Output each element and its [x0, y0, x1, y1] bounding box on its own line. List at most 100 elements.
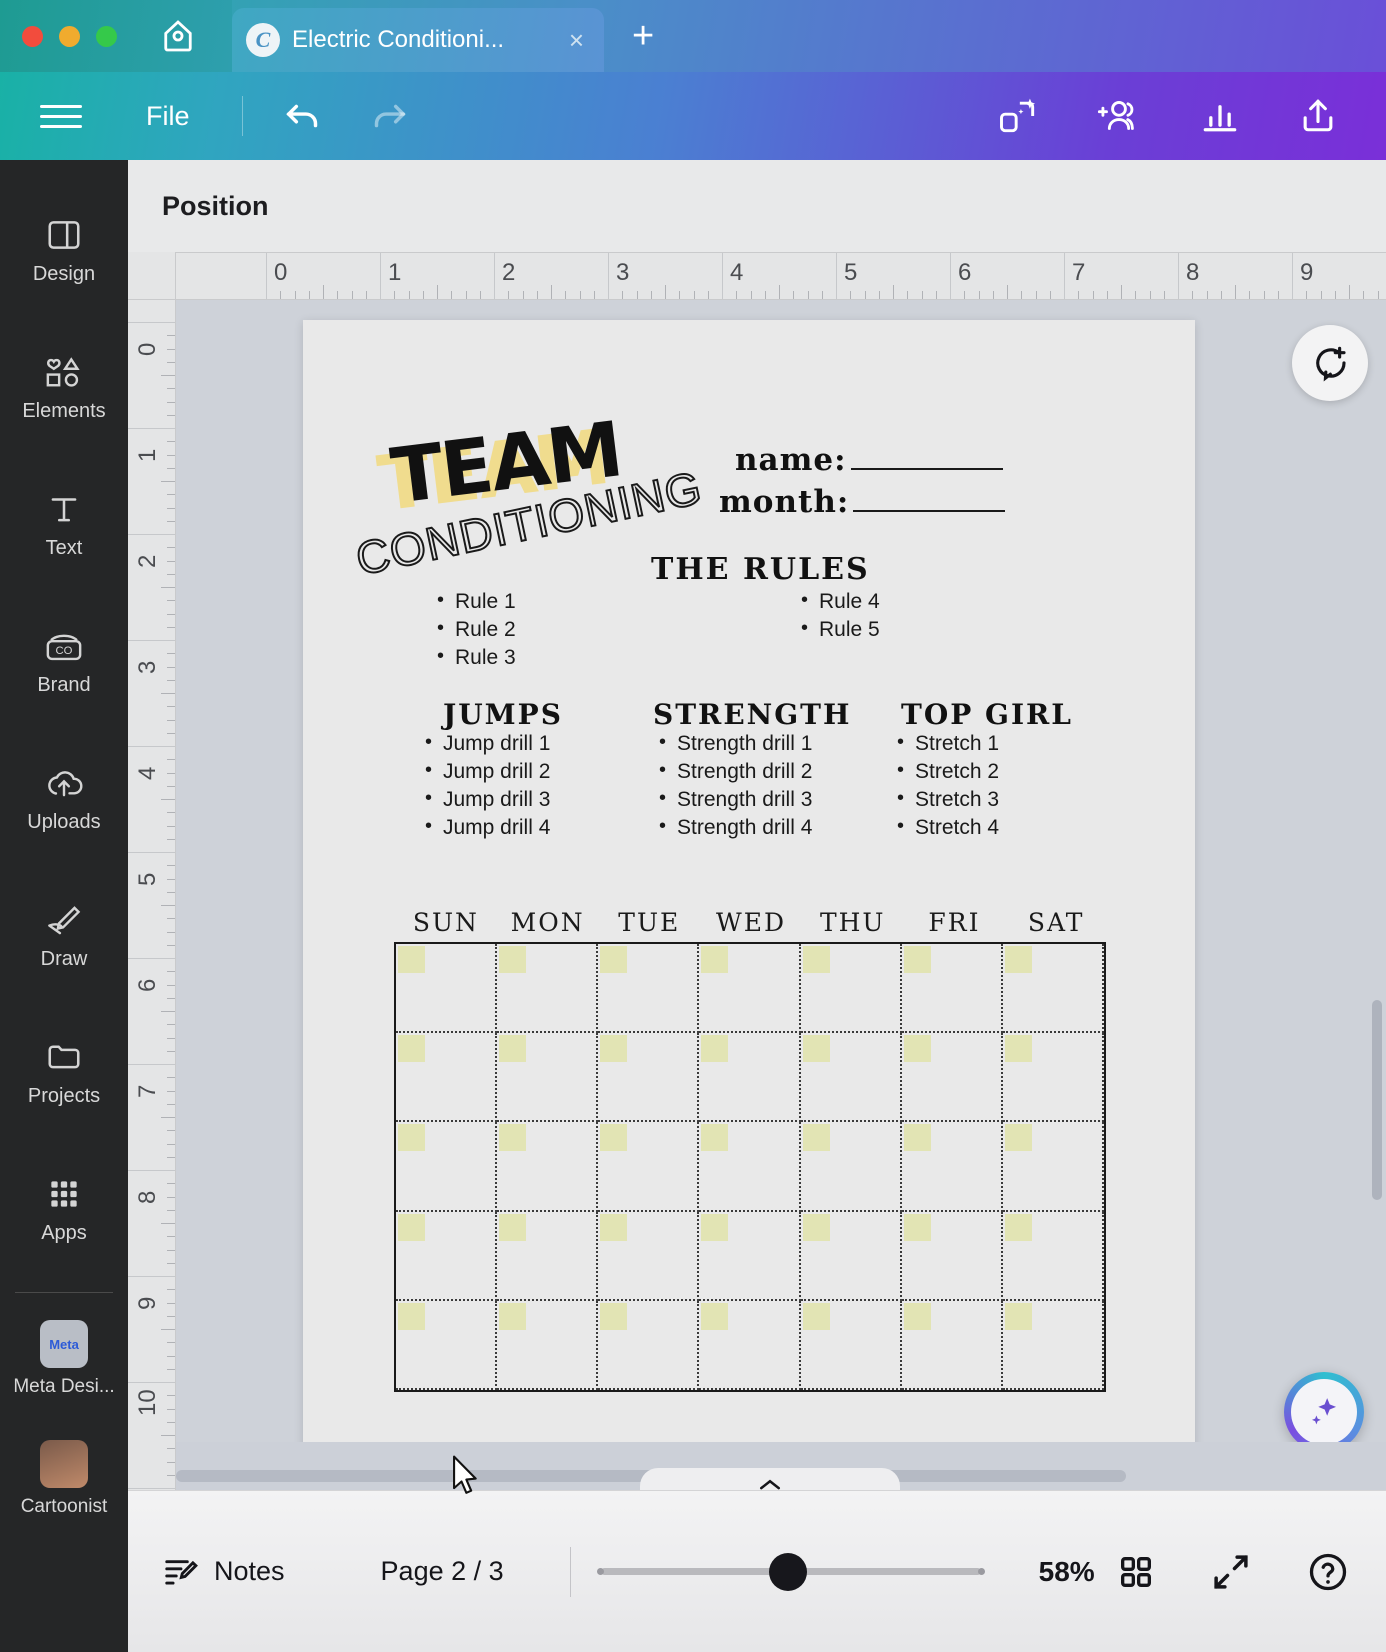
- calendar-date-note[interactable]: [499, 1302, 527, 1330]
- canvas-area[interactable]: TEAM CONDITIONING name: month: THE RULES…: [176, 300, 1386, 1490]
- sidebar-app-cartoonist[interactable]: Cartoonist: [0, 1419, 128, 1539]
- share-icon[interactable]: [1296, 94, 1340, 138]
- horizontal-ruler[interactable]: 0 1 2 3 4 5 6 7 8 9: [128, 252, 1386, 300]
- calendar-date-note[interactable]: [600, 1213, 628, 1241]
- sidebar-item-elements[interactable]: Elements: [0, 319, 128, 456]
- calendar-date-note[interactable]: [499, 1124, 527, 1152]
- calendar-date-note[interactable]: [701, 1213, 729, 1241]
- calendar-cell[interactable]: [901, 944, 1003, 1034]
- magic-shapes-icon[interactable]: [996, 94, 1040, 138]
- calendar-cell[interactable]: [497, 1033, 599, 1123]
- calendar-date-note[interactable]: [802, 1302, 830, 1330]
- calendar-date-note[interactable]: [903, 1124, 931, 1152]
- calendar-cell[interactable]: [598, 1300, 700, 1390]
- name-field-row[interactable]: name:: [735, 442, 1003, 478]
- calendar-cell[interactable]: [598, 944, 700, 1034]
- page-title[interactable]: Position: [162, 191, 269, 222]
- undo-icon[interactable]: [281, 93, 327, 139]
- calendar-date-note[interactable]: [701, 946, 729, 973]
- close-window-button[interactable]: [22, 25, 43, 47]
- calendar-cell[interactable]: [1002, 1033, 1104, 1123]
- calendar-date-note[interactable]: [701, 1302, 729, 1330]
- calendar-date-note[interactable]: [398, 1035, 425, 1063]
- calendar-date-note[interactable]: [499, 1035, 527, 1063]
- sidebar-item-draw[interactable]: Draw: [0, 867, 128, 1004]
- calendar-grid[interactable]: [394, 942, 1106, 1392]
- analytics-icon[interactable]: [1198, 94, 1242, 138]
- calendar-cell[interactable]: [800, 1300, 902, 1390]
- calendar-date-note[interactable]: [398, 1213, 425, 1241]
- calendar-date-note[interactable]: [600, 1302, 628, 1330]
- calendar-date-note[interactable]: [600, 1124, 628, 1152]
- calendar-cell[interactable]: [396, 1211, 498, 1301]
- calendar-cell[interactable]: [497, 1300, 599, 1390]
- calendar-date-note[interactable]: [1004, 1302, 1032, 1330]
- help-icon[interactable]: [1306, 1550, 1350, 1594]
- notes-button[interactable]: Notes: [162, 1553, 285, 1591]
- calendar-date-note[interactable]: [1004, 1213, 1032, 1241]
- add-collaborator-icon[interactable]: [1094, 93, 1144, 139]
- hamburger-icon[interactable]: [40, 104, 82, 128]
- calendar-date-note[interactable]: [398, 946, 425, 973]
- calendar-date-note[interactable]: [499, 946, 527, 973]
- calendar-date-note[interactable]: [903, 1035, 931, 1063]
- vertical-ruler[interactable]: 01234567891011: [128, 300, 176, 1490]
- calendar-date-note[interactable]: [903, 1213, 931, 1241]
- grid-view-icon[interactable]: [1116, 1552, 1156, 1592]
- comment-icon[interactable]: [1292, 325, 1368, 401]
- calendar-cell[interactable]: [901, 1033, 1003, 1123]
- calendar-cell[interactable]: [800, 1033, 902, 1123]
- home-icon[interactable]: [157, 15, 199, 57]
- calendar-cell[interactable]: [800, 1122, 902, 1212]
- vertical-scrollbar[interactable]: [1372, 1000, 1382, 1200]
- month-field-row[interactable]: month:: [719, 484, 1006, 520]
- maximize-window-button[interactable]: [96, 25, 117, 47]
- zoom-handle[interactable]: [768, 1552, 807, 1591]
- sidebar-item-brand[interactable]: CO Brand: [0, 593, 128, 730]
- calendar-cell[interactable]: [396, 1300, 498, 1390]
- calendar-date-note[interactable]: [802, 946, 830, 973]
- zoom-value[interactable]: 58%: [1039, 1556, 1095, 1588]
- calendar-date-note[interactable]: [802, 1035, 830, 1063]
- calendar-cell[interactable]: [1002, 1211, 1104, 1301]
- calendar-date-note[interactable]: [398, 1124, 425, 1152]
- calendar-cell[interactable]: [497, 944, 599, 1034]
- calendar-cell[interactable]: [497, 1122, 599, 1212]
- zoom-slider[interactable]: [596, 1552, 985, 1591]
- calendar-cell[interactable]: [396, 1122, 498, 1212]
- sidebar-item-text[interactable]: Text: [0, 456, 128, 593]
- calendar-date-note[interactable]: [903, 1302, 931, 1330]
- calendar-cell[interactable]: [901, 1122, 1003, 1212]
- calendar-date-note[interactable]: [1004, 1124, 1032, 1152]
- close-icon[interactable]: ×: [563, 27, 590, 53]
- calendar-date-note[interactable]: [1004, 946, 1032, 973]
- calendar-date-note[interactable]: [802, 1213, 830, 1241]
- calendar-cell[interactable]: [699, 944, 801, 1034]
- calendar-cell[interactable]: [396, 944, 498, 1034]
- calendar-cell[interactable]: [901, 1211, 1003, 1301]
- calendar-date-note[interactable]: [903, 946, 931, 973]
- new-tab-button[interactable]: +: [622, 14, 664, 58]
- design-page[interactable]: TEAM CONDITIONING name: month: THE RULES…: [303, 320, 1195, 1475]
- minimize-window-button[interactable]: [59, 25, 80, 47]
- name-input[interactable]: [850, 448, 1003, 470]
- calendar-date-note[interactable]: [701, 1124, 729, 1152]
- file-menu-button[interactable]: File: [146, 101, 190, 132]
- calendar-cell[interactable]: [1002, 944, 1104, 1034]
- calendar-cell[interactable]: [598, 1122, 700, 1212]
- calendar-date-note[interactable]: [600, 946, 628, 973]
- sidebar-item-apps[interactable]: Apps: [0, 1141, 128, 1278]
- calendar-date-note[interactable]: [398, 1302, 425, 1330]
- sidebar-item-projects[interactable]: Projects: [0, 1004, 128, 1141]
- calendar-date-note[interactable]: [600, 1035, 628, 1063]
- calendar-cell[interactable]: [598, 1211, 700, 1301]
- calendar-date-note[interactable]: [701, 1035, 729, 1063]
- browser-tab[interactable]: C Electric Conditioni... ×: [232, 8, 604, 72]
- calendar-cell[interactable]: [699, 1122, 801, 1212]
- calendar-cell[interactable]: [598, 1033, 700, 1123]
- sidebar-item-uploads[interactable]: Uploads: [0, 730, 128, 867]
- redo-icon[interactable]: [365, 93, 411, 139]
- calendar-cell[interactable]: [800, 944, 902, 1034]
- calendar-cell[interactable]: [1002, 1300, 1104, 1390]
- calendar-cell[interactable]: [497, 1211, 599, 1301]
